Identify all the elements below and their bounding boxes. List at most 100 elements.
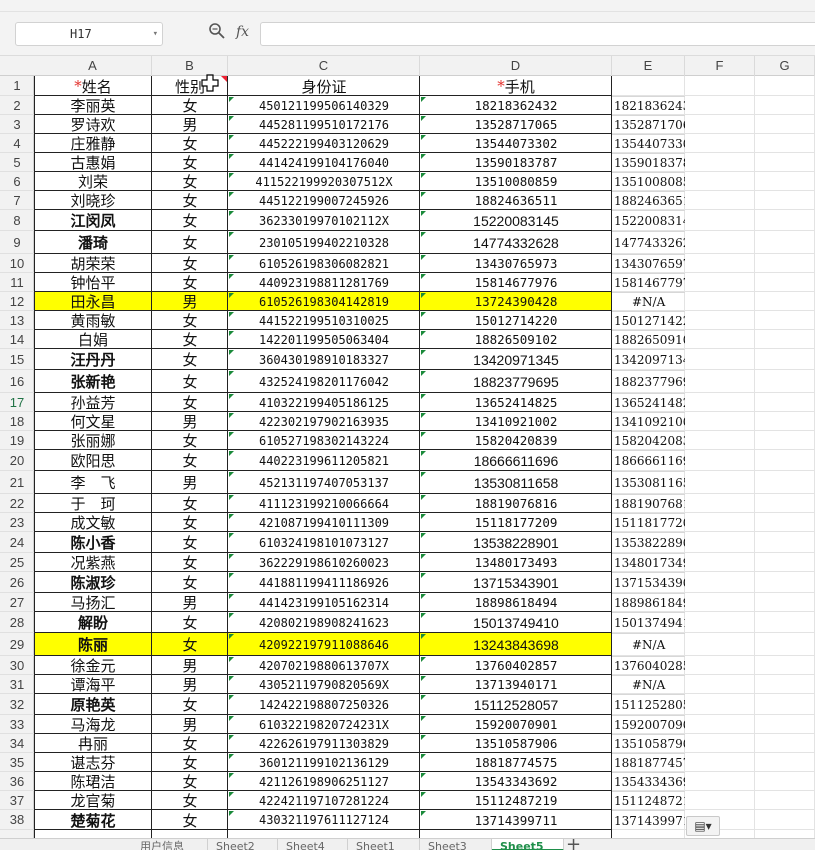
lookup-cell[interactable]: 15012714220: [612, 311, 685, 330]
name-cell[interactable]: 谭海平: [34, 675, 152, 694]
paste-options-button[interactable]: ▤▾: [686, 816, 720, 836]
sheet-tab[interactable]: Sheet4: [278, 839, 348, 850]
row-header-34[interactable]: 34: [0, 734, 34, 753]
name-cell[interactable]: 张新艳: [34, 370, 152, 393]
id-cell[interactable]: 441522199510310025: [228, 311, 420, 330]
lookup-cell[interactable]: 15118177209: [612, 513, 685, 532]
name-cell[interactable]: 古惠娟: [34, 153, 152, 172]
lookup-cell[interactable]: 13538228901: [612, 532, 685, 553]
row-header-29[interactable]: 29: [0, 633, 34, 656]
row-header-27[interactable]: 27: [0, 593, 34, 612]
id-cell[interactable]: 421126198906251127: [228, 772, 420, 791]
name-cell[interactable]: 白娟: [34, 330, 152, 349]
name-cell[interactable]: 田永昌: [34, 292, 152, 311]
gender-cell[interactable]: 女: [152, 572, 228, 593]
lookup-cell[interactable]: 18823779695: [612, 370, 685, 393]
name-cell[interactable]: 马扬汇: [34, 593, 152, 612]
phone-cell[interactable]: 13430765973: [420, 254, 612, 273]
phone-cell[interactable]: 15112487219: [420, 791, 612, 810]
phone-cell[interactable]: 13528717065: [420, 115, 612, 134]
id-cell[interactable]: 420802198908241623: [228, 612, 420, 633]
name-cell[interactable]: 孙益芳: [34, 393, 152, 412]
row-header-35[interactable]: 35: [0, 753, 34, 772]
id-cell[interactable]: 610526198306082821: [228, 254, 420, 273]
sheet-tab[interactable]: Sheet2: [208, 839, 278, 850]
lookup-cell[interactable]: #N/A: [612, 633, 685, 656]
id-cell[interactable]: 411123199210066664: [228, 494, 420, 513]
lookup-cell[interactable]: 15013749410: [612, 612, 685, 633]
row-header-24[interactable]: 24: [0, 532, 34, 553]
lookup-cell[interactable]: 18818774575: [612, 753, 685, 772]
phone-cell[interactable]: 13590183787: [420, 153, 612, 172]
phone-cell[interactable]: 13410921002: [420, 412, 612, 431]
row-header-22[interactable]: 22: [0, 494, 34, 513]
id-cell[interactable]: 450121199506140329: [228, 96, 420, 115]
name-cell[interactable]: 胡荣荣: [34, 254, 152, 273]
lookup-cell[interactable]: #N/A: [612, 292, 685, 311]
row-header-17[interactable]: 17: [0, 393, 34, 412]
lookup-cell[interactable]: 13530811658: [612, 471, 685, 494]
gender-cell[interactable]: 女: [152, 153, 228, 172]
name-cell[interactable]: 黄雨敏: [34, 311, 152, 330]
row-header-20[interactable]: 20: [0, 450, 34, 471]
phone-cell[interactable]: 18818774575: [420, 753, 612, 772]
name-cell[interactable]: 徐金元: [34, 656, 152, 675]
phone-cell[interactable]: 13715343901: [420, 572, 612, 593]
phone-cell[interactable]: 18898618494: [420, 593, 612, 612]
name-cell[interactable]: 冉丽: [34, 734, 152, 753]
lookup-cell[interactable]: 14774332628: [612, 231, 685, 254]
row-header-25[interactable]: 25: [0, 553, 34, 572]
row-header-10[interactable]: 10: [0, 254, 34, 273]
lookup-cell[interactable]: 13590183787: [612, 153, 685, 172]
name-cell[interactable]: 解盼: [34, 612, 152, 633]
gender-cell[interactable]: 女: [152, 633, 228, 656]
lookup-cell[interactable]: 15814677976: [612, 273, 685, 292]
row-header-33[interactable]: 33: [0, 715, 34, 734]
id-cell[interactable]: 610526198304142819: [228, 292, 420, 311]
id-cell[interactable]: 422302197902163935: [228, 412, 420, 431]
phone-cell[interactable]: 18824636511: [420, 191, 612, 210]
gender-cell[interactable]: 女: [152, 254, 228, 273]
id-cell[interactable]: 432524198201176042: [228, 370, 420, 393]
lookup-cell[interactable]: 13760402857: [612, 656, 685, 675]
phone-cell[interactable]: 13543343692: [420, 772, 612, 791]
zoom-icon[interactable]: [208, 22, 226, 40]
id-cell[interactable]: 441424199104176040: [228, 153, 420, 172]
column-header-b[interactable]: B: [152, 56, 228, 76]
name-cell[interactable]: 于 珂: [34, 494, 152, 513]
row-header-18[interactable]: 18: [0, 412, 34, 431]
lookup-cell[interactable]: 15220083145: [612, 210, 685, 231]
gender-cell[interactable]: 女: [152, 734, 228, 753]
column-header-a[interactable]: A: [34, 56, 152, 76]
sheet-tab[interactable]: 用户信息: [132, 839, 208, 850]
lookup-cell[interactable]: 13714399711: [612, 810, 685, 830]
lookup-cell[interactable]: 13480173493: [612, 553, 685, 572]
lookup-cell[interactable]: 18218362432: [612, 96, 685, 115]
name-cell[interactable]: 张丽娜: [34, 431, 152, 450]
phone-cell[interactable]: 15220083145: [420, 210, 612, 231]
name-cell[interactable]: 陈丽: [34, 633, 152, 656]
name-cell[interactable]: 成文敏: [34, 513, 152, 532]
gender-cell[interactable]: 女: [152, 231, 228, 254]
row-header-12[interactable]: 12: [0, 292, 34, 311]
gender-cell[interactable]: 女: [152, 311, 228, 330]
lookup-cell[interactable]: 18826509102: [612, 330, 685, 349]
add-sheet-button[interactable]: +: [566, 839, 581, 850]
lookup-cell[interactable]: 15112528057: [612, 694, 685, 715]
gender-cell[interactable]: 男: [152, 115, 228, 134]
id-cell[interactable]: 422626197911303829: [228, 734, 420, 753]
lookup-cell[interactable]: 18898618494: [612, 593, 685, 612]
row-header-11[interactable]: 11: [0, 273, 34, 292]
gender-cell[interactable]: 女: [152, 273, 228, 292]
lookup-cell[interactable]: 13510587906: [612, 734, 685, 753]
gender-cell[interactable]: 女: [152, 810, 228, 830]
lookup-cell[interactable]: 15112487219: [612, 791, 685, 810]
id-cell[interactable]: 441423199105162314: [228, 593, 420, 612]
phone-cell[interactable]: 14774332628: [420, 231, 612, 254]
name-cell[interactable]: 江闵凤: [34, 210, 152, 231]
name-cell[interactable]: 庄雅静: [34, 134, 152, 153]
phone-cell[interactable]: 13544073302: [420, 134, 612, 153]
phone-cell[interactable]: 15112528057: [420, 694, 612, 715]
gender-cell[interactable]: 女: [152, 553, 228, 572]
name-cell[interactable]: 陈淑珍: [34, 572, 152, 593]
